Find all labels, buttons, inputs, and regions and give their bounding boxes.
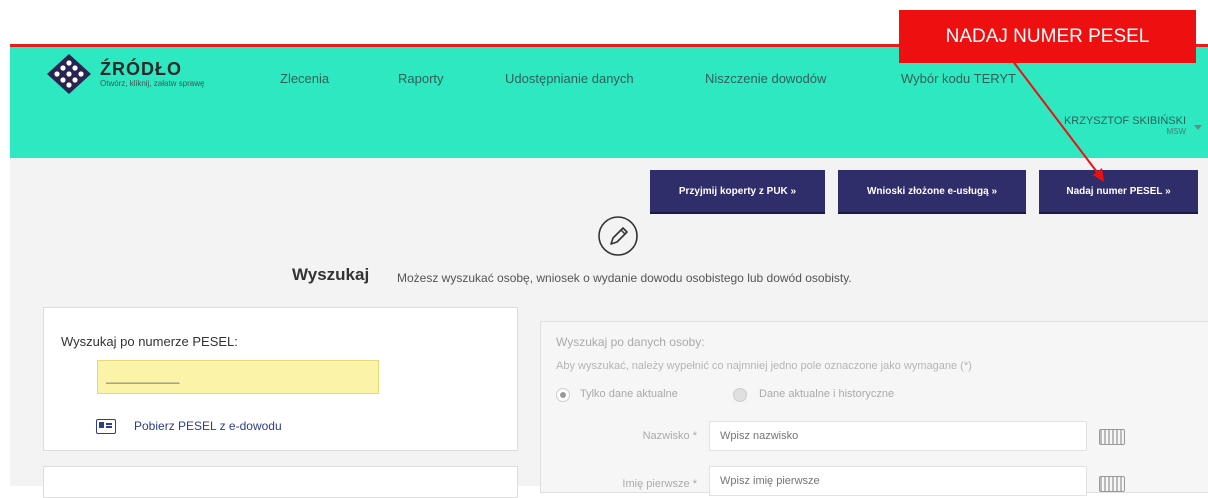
surname-label: Nazwisko *	[642, 430, 697, 442]
person-panel-title: Wyszukaj po danych osoby:	[556, 335, 705, 349]
brand-tagline: Otwórz, kliknij, załatw sprawę	[100, 79, 205, 88]
radio-current-data-label[interactable]: Tylko dane aktualne	[580, 388, 678, 400]
nav-niszczenie-dowodow[interactable]: Niszczenie dowodów	[705, 71, 826, 86]
logo-icon	[47, 54, 91, 94]
nav-wybor-kodu-teryt[interactable]: Wybór kodu TERYT	[901, 71, 1016, 86]
radio-historical-data[interactable]	[733, 388, 747, 402]
edit-icon	[598, 216, 638, 256]
brand-name: ŹRÓDŁO	[100, 59, 182, 79]
pesel-search-panel: Wyszukaj po numerze PESEL: Pobierz PESEL…	[43, 307, 518, 451]
nav-udostepnianie-danych[interactable]: Udostępnianie danych	[505, 71, 634, 86]
annotation-label: NADAJ NUMER PESEL	[899, 10, 1196, 63]
eservice-applications-button[interactable]: Wnioski złożone e-usługą »	[838, 170, 1026, 214]
left-panel-secondary	[43, 466, 518, 498]
chevron-down-icon[interactable]	[1194, 125, 1202, 130]
pesel-input[interactable]	[97, 360, 379, 394]
nav-zlecenia[interactable]: Zlecenia	[280, 71, 329, 86]
receive-envelopes-button[interactable]: Przyjmij koperty z PUK »	[650, 170, 825, 214]
first-name-input[interactable]	[709, 466, 1087, 496]
user-org: MSW	[1166, 127, 1186, 136]
keyboard-icon[interactable]	[1099, 429, 1125, 445]
search-description: Możesz wyszukać osobę, wniosek o wydanie…	[397, 271, 852, 285]
keyboard-icon[interactable]	[1099, 476, 1125, 492]
fetch-pesel-link[interactable]: Pobierz PESEL z e-dowodu	[134, 419, 282, 433]
person-panel-info: Aby wyszukać, należy wypełnić co najmnie…	[556, 360, 972, 372]
brand[interactable]: ŹRÓDŁO Otwórz, kliknij, załatw sprawę	[100, 59, 204, 88]
assign-pesel-button[interactable]: Nadaj numer PESEL »	[1039, 170, 1198, 214]
nav-raporty[interactable]: Raporty	[398, 71, 444, 86]
radio-current-data[interactable]	[556, 388, 570, 402]
search-title: Wyszukaj	[292, 265, 370, 284]
app-header: ŹRÓDŁO Otwórz, kliknij, załatw sprawę Zl…	[10, 47, 1208, 158]
id-card-icon[interactable]	[96, 419, 116, 434]
user-name: KRZYSZTOF SKIBIŃSKI	[1063, 115, 1186, 127]
surname-input[interactable]	[709, 421, 1087, 451]
pesel-panel-title: Wyszukaj po numerze PESEL:	[61, 334, 238, 349]
user-menu[interactable]: KRZYSZTOF SKIBIŃSKI MSW	[1064, 115, 1186, 136]
radio-historical-data-label[interactable]: Dane aktualne i historyczne	[759, 388, 894, 400]
first-name-label: Imię pierwsze *	[622, 478, 697, 490]
